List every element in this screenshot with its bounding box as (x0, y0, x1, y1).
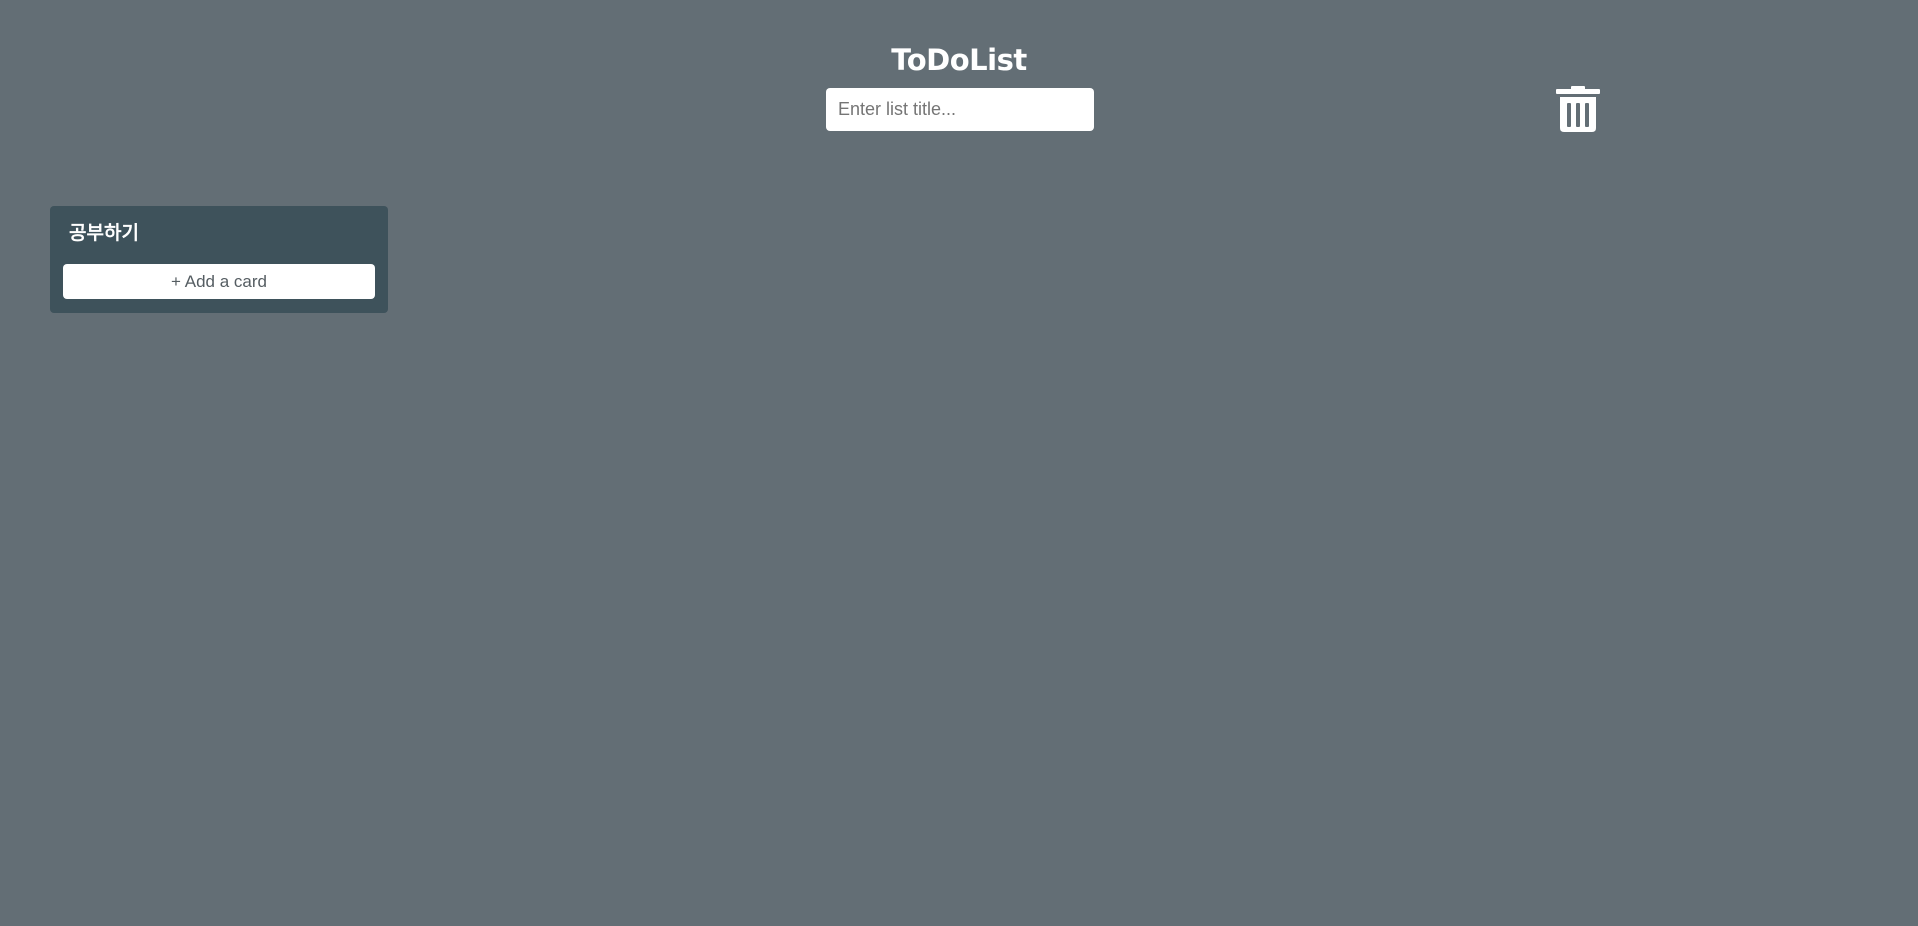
add-card-button[interactable]: + Add a card (63, 264, 375, 299)
trash-icon (1556, 86, 1600, 132)
list-title-input[interactable] (826, 88, 1094, 131)
app-title: ToDoList (891, 43, 1027, 77)
list-title: 공부하기 (69, 222, 139, 244)
app-header: ToDoList (0, 0, 1918, 150)
trash-button[interactable] (1556, 86, 1600, 132)
board: 공부하기 + Add a card (0, 150, 1918, 926)
list-card[interactable]: 공부하기 + Add a card (50, 206, 388, 313)
